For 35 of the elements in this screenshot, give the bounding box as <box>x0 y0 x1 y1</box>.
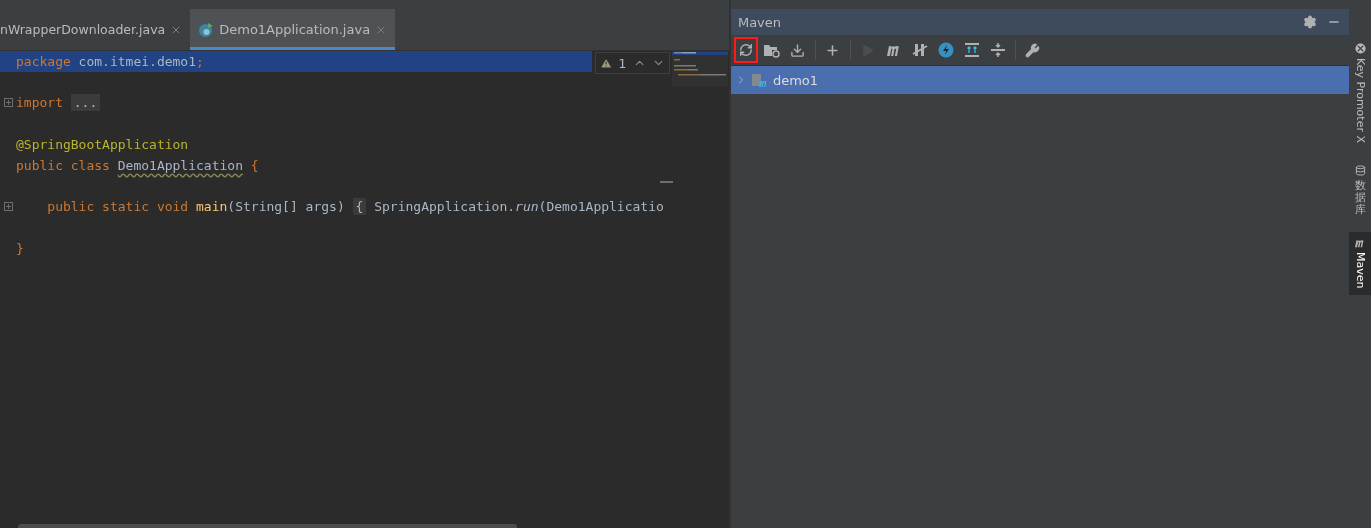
plus-icon <box>825 42 841 58</box>
collapse-all-icon <box>989 42 1006 58</box>
code-line: import ... <box>16 95 101 111</box>
code-line: public static void main(String[] args) { SpringApplication.run(Demo1Applicatio <box>46 199 664 215</box>
code-line: public class Demo1Application { <box>16 157 259 173</box>
code-line: @SpringBootApplication <box>16 137 189 153</box>
side-tab[interactable]: Maven <box>1349 232 1371 295</box>
horizontal-scrollbar[interactable] <box>18 524 517 528</box>
side-tab[interactable]: Key Promoter X <box>1349 37 1371 149</box>
fold-icon[interactable] <box>3 98 13 108</box>
maven-module-icon <box>750 72 769 88</box>
tree-item[interactable]: demo1 <box>730 66 1350 94</box>
spring-class-icon <box>198 21 215 38</box>
download-icon <box>790 42 806 58</box>
inspection-widget[interactable]: 1 <box>595 52 670 74</box>
fold-icon[interactable] <box>3 202 13 212</box>
fold-marker-icon <box>660 181 673 183</box>
lightning-icon <box>937 42 954 58</box>
warning-icon <box>600 56 613 70</box>
editor-tab[interactable]: Demo1Application.java <box>190 9 396 50</box>
editor-tab[interactable]: nWrapperDownloader.java <box>0 9 191 50</box>
panel-title: Maven <box>737 14 783 30</box>
toolbar-button[interactable] <box>733 37 758 63</box>
tree-label: demo1 <box>772 72 819 88</box>
code-line: package com.itmei.demo1; <box>16 53 204 69</box>
settings-icon[interactable] <box>1303 15 1318 29</box>
code-line: } <box>16 241 24 257</box>
database-icon <box>1354 165 1366 176</box>
skip-tests-icon <box>911 42 928 58</box>
expand-all-icon <box>963 42 980 58</box>
side-tab[interactable]: 数据库 <box>1349 159 1371 223</box>
warning-count: 1 <box>618 55 627 71</box>
folder-refresh-icon <box>763 42 781 58</box>
wrench-icon <box>1025 42 1041 58</box>
refresh-icon <box>738 43 753 57</box>
